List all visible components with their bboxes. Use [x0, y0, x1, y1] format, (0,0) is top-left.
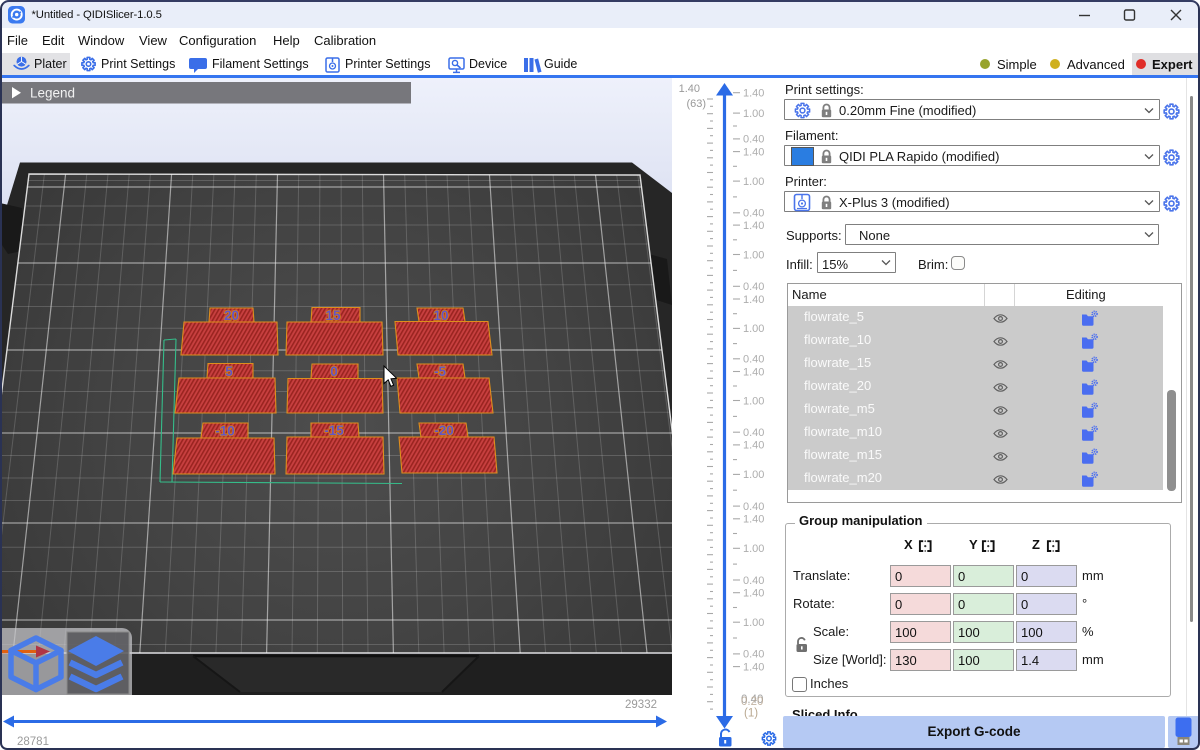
svg-text:1.40: 1.40	[743, 146, 764, 158]
svg-text:28781: 28781	[17, 736, 49, 748]
svg-text:0.20: 0.20	[741, 696, 763, 708]
svg-text:(1): (1)	[744, 708, 758, 720]
svg-text:0.40: 0.40	[743, 208, 764, 220]
svg-text:Legend: Legend	[30, 86, 75, 101]
svg-text:1.00: 1.00	[743, 249, 764, 261]
svg-text:0.40: 0.40	[743, 354, 764, 366]
svg-text:1.40: 1.40	[743, 514, 764, 526]
svg-text:-20: -20	[434, 423, 454, 438]
svg-text:1.40: 1.40	[679, 83, 700, 95]
svg-text:-10: -10	[215, 424, 235, 439]
svg-text:0.40: 0.40	[743, 575, 764, 587]
svg-text:0.40: 0.40	[743, 134, 764, 146]
svg-text:-5: -5	[434, 364, 446, 379]
svg-text:1.00: 1.00	[743, 395, 764, 407]
svg-text:0.40: 0.40	[743, 649, 764, 661]
svg-text:1.40: 1.40	[743, 294, 764, 306]
svg-text:15: 15	[325, 308, 341, 323]
svg-text:10: 10	[433, 308, 448, 323]
svg-text:1.40: 1.40	[743, 220, 764, 232]
svg-text:5: 5	[225, 364, 233, 379]
svg-text:0: 0	[330, 364, 338, 379]
svg-text:1.40: 1.40	[743, 366, 764, 378]
svg-text:1.00: 1.00	[743, 323, 764, 335]
svg-text:1.00: 1.00	[743, 543, 764, 555]
svg-text:1.40: 1.40	[743, 88, 764, 100]
svg-text:1.00: 1.00	[743, 176, 764, 188]
svg-text:0.40: 0.40	[743, 501, 764, 513]
svg-text:(63): (63)	[686, 98, 706, 110]
svg-text:1.00: 1.00	[743, 108, 764, 120]
svg-text:29332: 29332	[625, 699, 657, 711]
svg-text:1.40: 1.40	[743, 661, 764, 673]
svg-text:1.40: 1.40	[743, 440, 764, 452]
svg-text:-15: -15	[324, 423, 344, 438]
svg-text:0.40: 0.40	[743, 427, 764, 439]
svg-text:0.40: 0.40	[743, 281, 764, 293]
svg-text:20: 20	[224, 308, 239, 323]
svg-text:1.40: 1.40	[743, 588, 764, 600]
svg-text:1.00: 1.00	[743, 617, 764, 629]
svg-text:1.00: 1.00	[743, 469, 764, 481]
